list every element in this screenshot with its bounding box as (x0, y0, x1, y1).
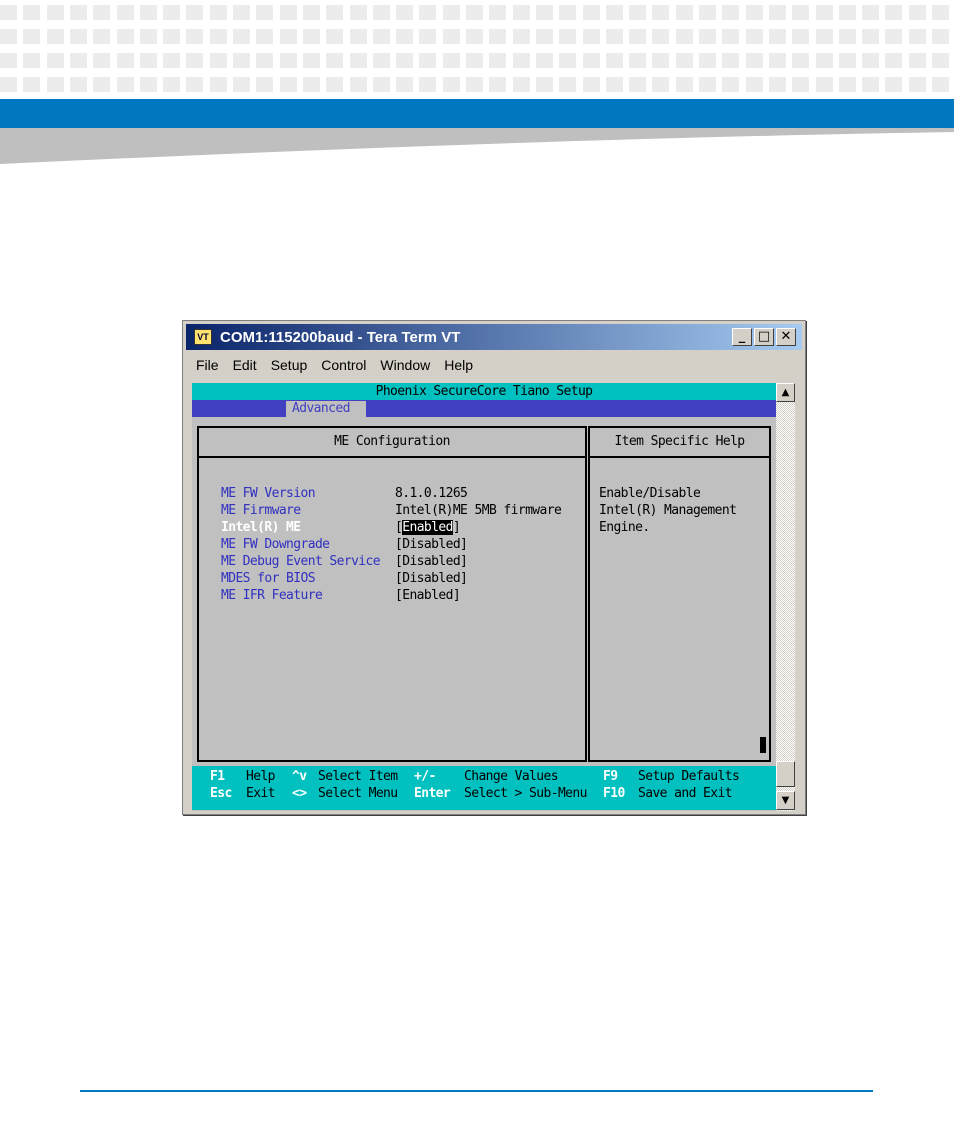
scroll-up-button[interactable]: ▲ (776, 383, 795, 402)
header-dot-pattern (0, 0, 954, 96)
menu-file[interactable]: File (196, 357, 219, 373)
scroll-down-button[interactable]: ▼ (776, 791, 795, 810)
setting-label-me-debug-event-service[interactable]: ME Debug Event Service (221, 554, 381, 569)
key-left-right-icon: <> (292, 786, 307, 801)
menu-window[interactable]: Window (380, 357, 430, 373)
key-up-down-icon: ^v (292, 769, 307, 784)
setting-value-me-fw-version: 8.1.0.1265 (395, 486, 468, 501)
bracket-close: ] (452, 520, 461, 535)
setting-value-me-firmware: Intel(R)ME 5MB firmware (395, 503, 562, 518)
setting-value-mdes-for-bios[interactable]: [Disabled] (395, 571, 468, 586)
setting-label-mdes-for-bios[interactable]: MDES for BIOS (221, 571, 316, 586)
key-plus-minus-desc: Change Values (464, 769, 559, 784)
setting-label-me-fw-version: ME FW Version (221, 486, 316, 501)
bios-tab-bar: Advanced (192, 400, 776, 417)
key-left-right-desc: Select Menu (318, 786, 398, 801)
tera-term-app-icon[interactable]: VT (194, 329, 212, 345)
key-f10: F10 (603, 786, 625, 801)
panel-title: ME Configuration (199, 428, 585, 458)
vertical-scrollbar[interactable]: ▲ ▼ (776, 383, 795, 811)
bios-title: Phoenix SecureCore Tiano Setup (192, 383, 776, 400)
bios-key-legend: F1 Help ^v Select Item +/- Change Values… (192, 766, 776, 810)
window-title: COM1:115200baud - Tera Term VT (220, 328, 461, 346)
menu-edit[interactable]: Edit (233, 357, 257, 373)
tab-advanced[interactable]: Advanced (286, 401, 366, 417)
terminal-screen[interactable]: Phoenix SecureCore Tiano Setup Advanced … (192, 383, 776, 811)
scroll-thumb[interactable] (776, 761, 795, 787)
item-help-panel: Item Specific Help Enable/Disable Intel(… (588, 426, 771, 762)
help-text-line: Engine. (599, 520, 650, 535)
help-title: Item Specific Help (590, 428, 769, 458)
me-configuration-panel: ME Configuration ME FW Version 8.1.0.126… (197, 426, 587, 762)
menu-bar: File Edit Setup Control Window Help (186, 353, 477, 377)
setting-label-me-firmware: ME Firmware (221, 503, 301, 518)
footer-rule (80, 1090, 873, 1092)
setting-label-me-ifr-feature[interactable]: ME IFR Feature (221, 588, 323, 603)
key-f9-desc: Setup Defaults (638, 769, 740, 784)
header-blue-band (0, 99, 954, 128)
header-grey-swoosh (0, 128, 954, 164)
key-up-down-desc: Select Item (318, 769, 398, 784)
setting-value-me-fw-downgrade[interactable]: [Disabled] (395, 537, 468, 552)
menu-control[interactable]: Control (321, 357, 366, 373)
key-esc: Esc (210, 786, 232, 801)
key-enter-desc: Select > Sub-Menu (464, 786, 587, 801)
key-f9: F9 (603, 769, 618, 784)
setting-label-intel-me[interactable]: Intel(R) ME (221, 520, 301, 535)
setting-value-me-ifr-feature[interactable]: [Enabled] (395, 588, 461, 603)
key-plus-minus: +/- (414, 769, 436, 784)
key-f10-desc: Save and Exit (638, 786, 733, 801)
setting-value-intel-me[interactable]: [Enabled] (395, 520, 461, 535)
key-esc-desc: Exit (246, 786, 276, 801)
maximize-button[interactable]: □ (754, 328, 774, 346)
menu-help[interactable]: Help (444, 357, 473, 373)
minimize-button[interactable]: _ (732, 328, 752, 346)
selected-value-highlight[interactable]: Enabled (402, 520, 453, 535)
key-f1: F1 (210, 769, 225, 784)
key-enter: Enter (414, 786, 451, 801)
tera-term-window: VT COM1:115200baud - Tera Term VT _ □ ✕ … (182, 320, 806, 815)
terminal-cursor (760, 737, 766, 753)
menu-setup[interactable]: Setup (271, 357, 308, 373)
setting-label-me-fw-downgrade[interactable]: ME FW Downgrade (221, 537, 330, 552)
key-f1-desc: Help (246, 769, 276, 784)
close-button[interactable]: ✕ (776, 328, 796, 346)
help-text-line: Intel(R) Management (599, 503, 737, 518)
help-text-line: Enable/Disable (599, 486, 701, 501)
setting-value-me-debug-event-service[interactable]: [Disabled] (395, 554, 468, 569)
title-bar[interactable]: VT COM1:115200baud - Tera Term VT _ □ ✕ (186, 324, 802, 350)
